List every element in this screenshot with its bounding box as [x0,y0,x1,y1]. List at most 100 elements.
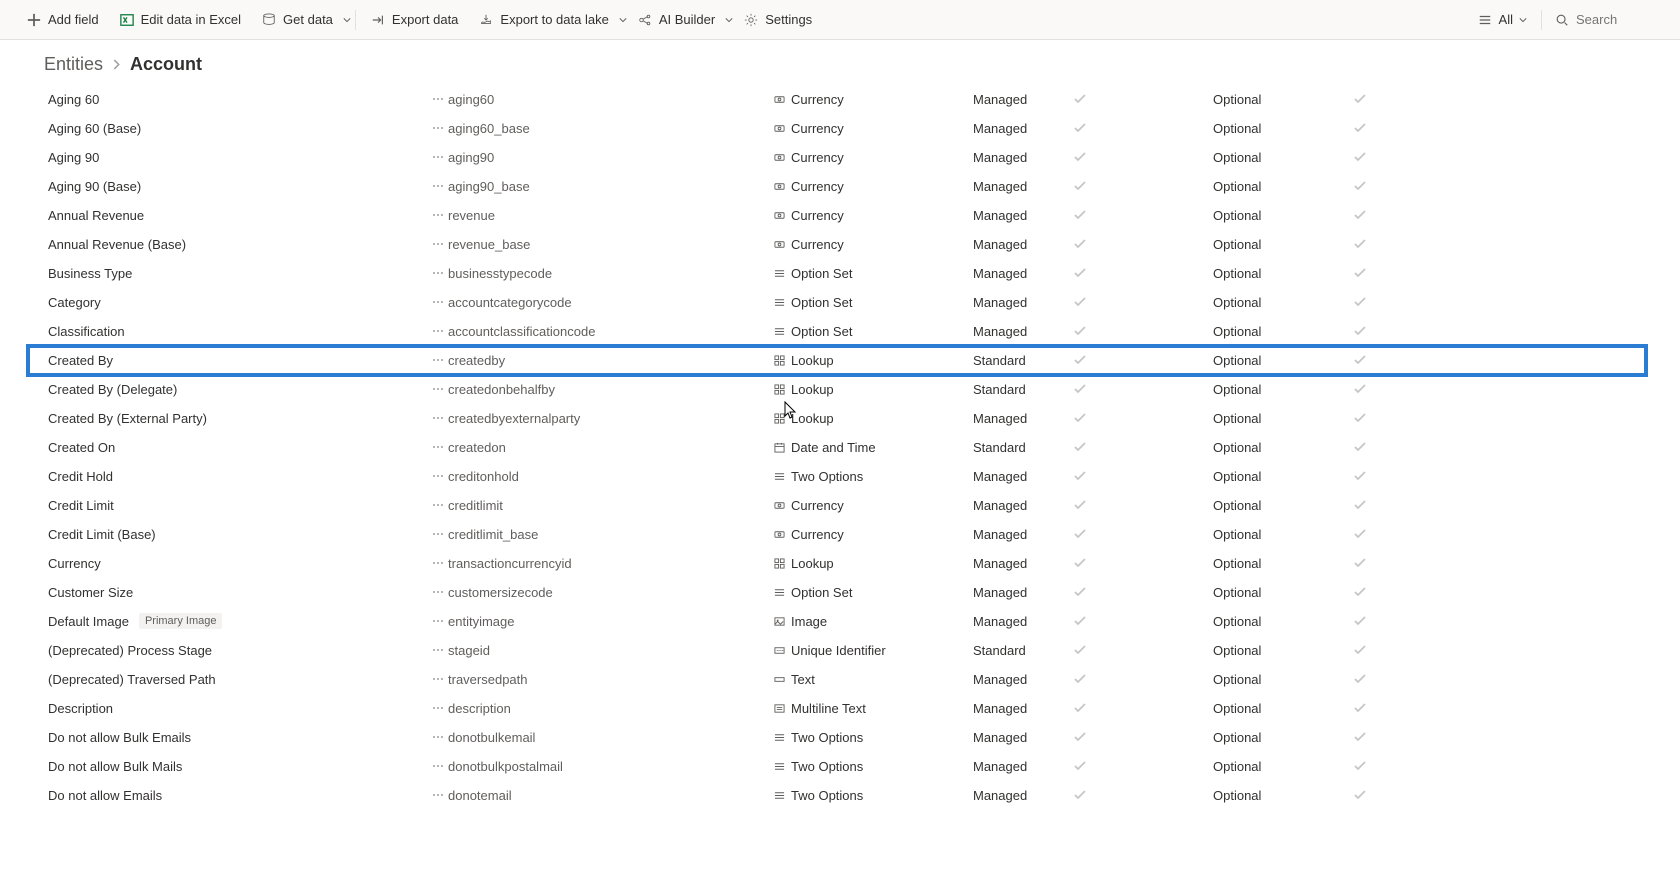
table-row[interactable]: Aging 60 (Base)aging60_baseCurrencyManag… [28,114,1646,143]
row-more-button[interactable] [428,382,448,396]
required-cell: Optional [1213,730,1353,745]
row-more-button[interactable] [428,121,448,135]
data-type-text: Lookup [791,556,834,571]
table-row[interactable]: Default ImagePrimary ImageentityimageIma… [28,607,1646,636]
row-more-button[interactable] [428,469,448,483]
table-row[interactable]: Do not allow Bulk Mailsdonotbulkpostalma… [28,752,1646,781]
row-more-button[interactable] [428,295,448,309]
searchable-check-icon [1353,556,1413,570]
managed-cell: Managed [973,730,1073,745]
row-more-button[interactable] [428,614,448,628]
managed-cell: Managed [973,585,1073,600]
row-more-button[interactable] [428,92,448,106]
table-row[interactable]: Credit LimitcreditlimitCurrencyManagedOp… [28,491,1646,520]
data-type-text: Option Set [791,295,852,310]
row-more-button[interactable] [428,643,448,657]
table-row[interactable]: (Deprecated) Process StagestageidUnique … [28,636,1646,665]
row-more-button[interactable] [428,440,448,454]
data-type-text: Currency [791,121,844,136]
table-row[interactable]: Aging 60aging60CurrencyManagedOptional [28,85,1646,114]
display-name-text: Credit Limit (Base) [48,527,156,542]
export-data-label: Export data [392,12,459,27]
row-more-button[interactable] [428,556,448,570]
display-name-text: Credit Hold [48,469,113,484]
row-more-button[interactable] [428,527,448,541]
row-more-button[interactable] [428,324,448,338]
row-more-button[interactable] [428,498,448,512]
table-row[interactable]: Annual Revenue (Base)revenue_baseCurrenc… [28,230,1646,259]
managed-cell: Managed [973,672,1073,687]
table-row[interactable]: CurrencytransactioncurrencyidLookupManag… [28,549,1646,578]
table-row[interactable]: (Deprecated) Traversed Pathtraversedpath… [28,665,1646,694]
table-row[interactable]: Credit HoldcreditonholdTwo OptionsManage… [28,462,1646,491]
search-box[interactable] [1546,8,1664,32]
table-row[interactable]: ClassificationaccountclassificationcodeO… [28,317,1646,346]
table-row[interactable]: Created BycreatedbyLookupStandardOptiona… [28,346,1646,375]
get-data-chevron-icon[interactable] [343,16,351,24]
row-more-button[interactable] [428,266,448,280]
export-lake-label: Export to data lake [500,12,608,27]
row-more-button[interactable] [428,788,448,802]
ai-builder-button[interactable]: AI Builder [627,8,725,32]
table-row[interactable]: DescriptiondescriptionMultiline TextMana… [28,694,1646,723]
row-more-button[interactable] [428,411,448,425]
required-cell: Optional [1213,295,1353,310]
searchable-check-icon [1353,179,1413,193]
export-lake-chevron-icon[interactable] [619,16,627,24]
row-more-button[interactable] [428,208,448,222]
row-more-button[interactable] [428,585,448,599]
display-name-text: Do not allow Bulk Mails [48,759,182,774]
table-row[interactable]: Created By (Delegate)createdonbehalfbyLo… [28,375,1646,404]
row-more-button[interactable] [428,353,448,367]
breadcrumb-root[interactable]: Entities [44,54,103,75]
chevron-right-icon [111,54,122,75]
data-type-cell: Text [773,672,973,687]
schema-name-cell: transactioncurrencyid [448,556,773,571]
export-data-button[interactable]: Export data [360,8,469,32]
table-row[interactable]: Created OncreatedonDate and TimeStandard… [28,433,1646,462]
table-row[interactable]: Business TypebusinesstypecodeOption SetM… [28,259,1646,288]
settings-button[interactable]: Settings [733,8,822,32]
display-name-text: Customer Size [48,585,133,600]
managed-cell: Managed [973,121,1073,136]
currency-icon [773,499,785,511]
table-row[interactable]: Do not allow EmailsdonotemailTwo Options… [28,781,1646,810]
data-type-cell: Option Set [773,324,973,339]
row-more-button[interactable] [428,759,448,773]
twooptions-icon [773,470,785,482]
get-data-button[interactable]: Get data [251,8,343,32]
toolbar-divider [1541,10,1542,30]
image-icon [773,615,785,627]
data-type-cell: Currency [773,498,973,513]
row-more-button[interactable] [428,672,448,686]
row-more-button[interactable] [428,730,448,744]
display-name-cell: Credit Limit (Base) [28,527,428,542]
row-more-button[interactable] [428,150,448,164]
view-filter-button[interactable]: All [1467,8,1537,32]
table-row[interactable]: Created By (External Party)createdbyexte… [28,404,1646,433]
export-lake-button[interactable]: Export to data lake [468,8,618,32]
table-row[interactable]: Do not allow Bulk EmailsdonotbulkemailTw… [28,723,1646,752]
table-row[interactable]: Aging 90 (Base)aging90_baseCurrencyManag… [28,172,1646,201]
search-input[interactable] [1576,12,1656,27]
managed-cell: Managed [973,498,1073,513]
row-more-button[interactable] [428,179,448,193]
managed-cell: Managed [973,150,1073,165]
customizable-check-icon [1073,498,1213,512]
add-field-button[interactable]: Add field [16,8,109,32]
data-type-cell: Option Set [773,295,973,310]
row-more-button[interactable] [428,237,448,251]
customizable-check-icon [1073,556,1213,570]
data-type-text: Image [791,614,827,629]
data-type-cell: Lookup [773,556,973,571]
table-row[interactable]: Aging 90aging90CurrencyManagedOptional [28,143,1646,172]
data-type-cell: Date and Time [773,440,973,455]
table-row[interactable]: Customer SizecustomersizecodeOption SetM… [28,578,1646,607]
table-row[interactable]: CategoryaccountcategorycodeOption SetMan… [28,288,1646,317]
row-more-button[interactable] [428,701,448,715]
edit-excel-button[interactable]: Edit data in Excel [109,8,251,32]
fields-grid[interactable]: Aging 60aging60CurrencyManagedOptionalAg… [0,85,1680,888]
table-row[interactable]: Credit Limit (Base)creditlimit_baseCurre… [28,520,1646,549]
table-row[interactable]: Annual RevenuerevenueCurrencyManagedOpti… [28,201,1646,230]
ai-builder-chevron-icon[interactable] [725,16,733,24]
